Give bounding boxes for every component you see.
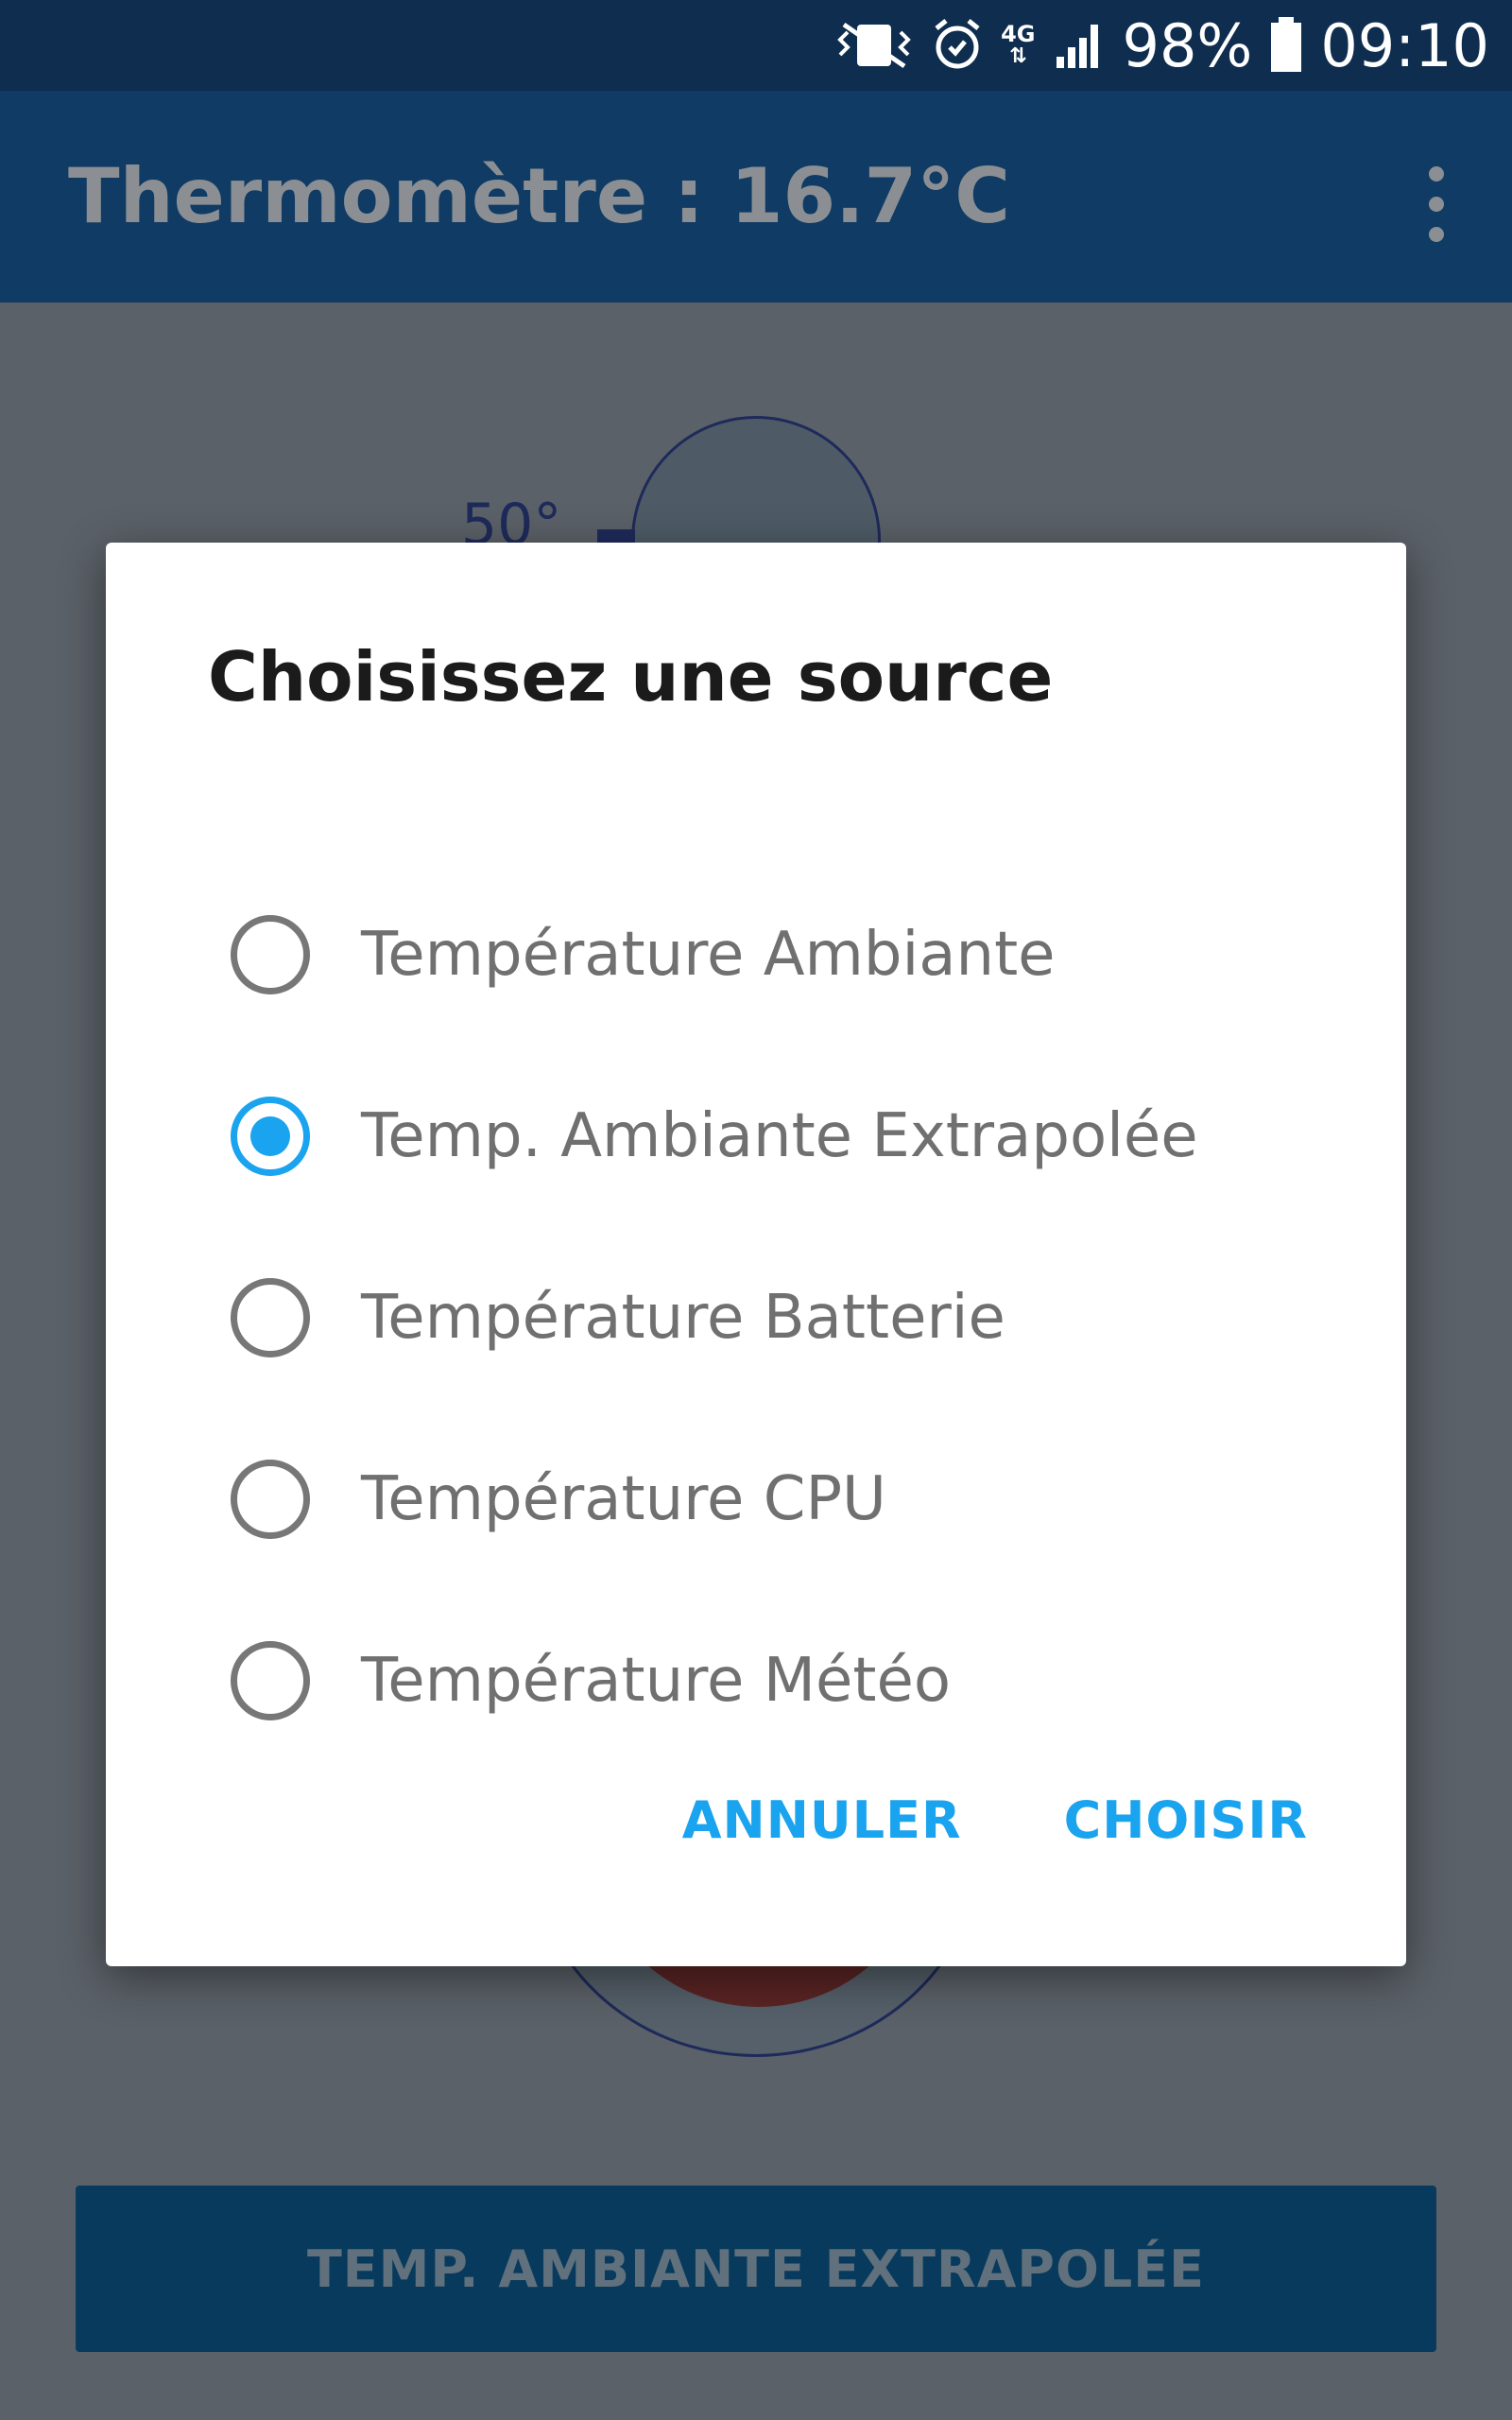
option-label: Température Batterie	[361, 1283, 1005, 1353]
network-4g-icon: 4G ⇅	[1001, 21, 1036, 68]
option-temp-ambiante-extrapolee[interactable]: Temp. Ambiante Extrapolée	[231, 1061, 1308, 1212]
radio-button[interactable]	[231, 1278, 310, 1357]
option-temperature-meteo[interactable]: Température Météo	[231, 1605, 1308, 1756]
radio-button[interactable]	[231, 915, 310, 994]
cancel-button[interactable]: ANNULER	[682, 1790, 962, 1850]
source-button[interactable]: TEMP. AMBIANTE EXTRAPOLÉE	[76, 2186, 1436, 2352]
status-bar: 4G ⇅ 98% 09:10	[0, 0, 1512, 91]
app-bar: Thermomètre : 16.7°C	[0, 91, 1512, 302]
signal-icon	[1053, 19, 1106, 72]
battery-percent: 98%	[1122, 10, 1253, 80]
option-temperature-ambiante[interactable]: Température Ambiante	[231, 879, 1308, 1030]
page-title: Thermomètre : 16.7°C	[68, 152, 1010, 240]
battery-icon	[1269, 17, 1303, 74]
option-label: Temp. Ambiante Extrapolée	[361, 1101, 1198, 1171]
option-temperature-cpu[interactable]: Température CPU	[231, 1424, 1308, 1575]
dialog-actions: ANNULER CHOISIR	[682, 1790, 1308, 1850]
choose-button[interactable]: CHOISIR	[1064, 1790, 1308, 1850]
status-icons: 4G ⇅ 98% 09:10	[834, 0, 1489, 91]
mute-vibrate-icon	[834, 19, 914, 72]
network-type-label: 4G	[1001, 21, 1036, 47]
radio-button[interactable]	[231, 1641, 310, 1720]
source-dialog: Choisissez une source Température Ambian…	[106, 543, 1406, 1966]
option-temperature-batterie[interactable]: Température Batterie	[231, 1242, 1308, 1393]
alarm-icon	[931, 19, 984, 72]
thermometer-tick	[597, 529, 635, 543]
more-vert-icon[interactable]	[1418, 166, 1455, 242]
option-label: Température Météo	[361, 1646, 951, 1716]
radio-button[interactable]	[231, 1460, 310, 1539]
option-label: Température Ambiante	[361, 920, 1056, 990]
dialog-title: Choisissez une source	[208, 637, 1054, 717]
clock: 09:10	[1320, 10, 1489, 80]
option-label: Température CPU	[361, 1464, 886, 1534]
radio-button-selected[interactable]	[231, 1097, 310, 1176]
